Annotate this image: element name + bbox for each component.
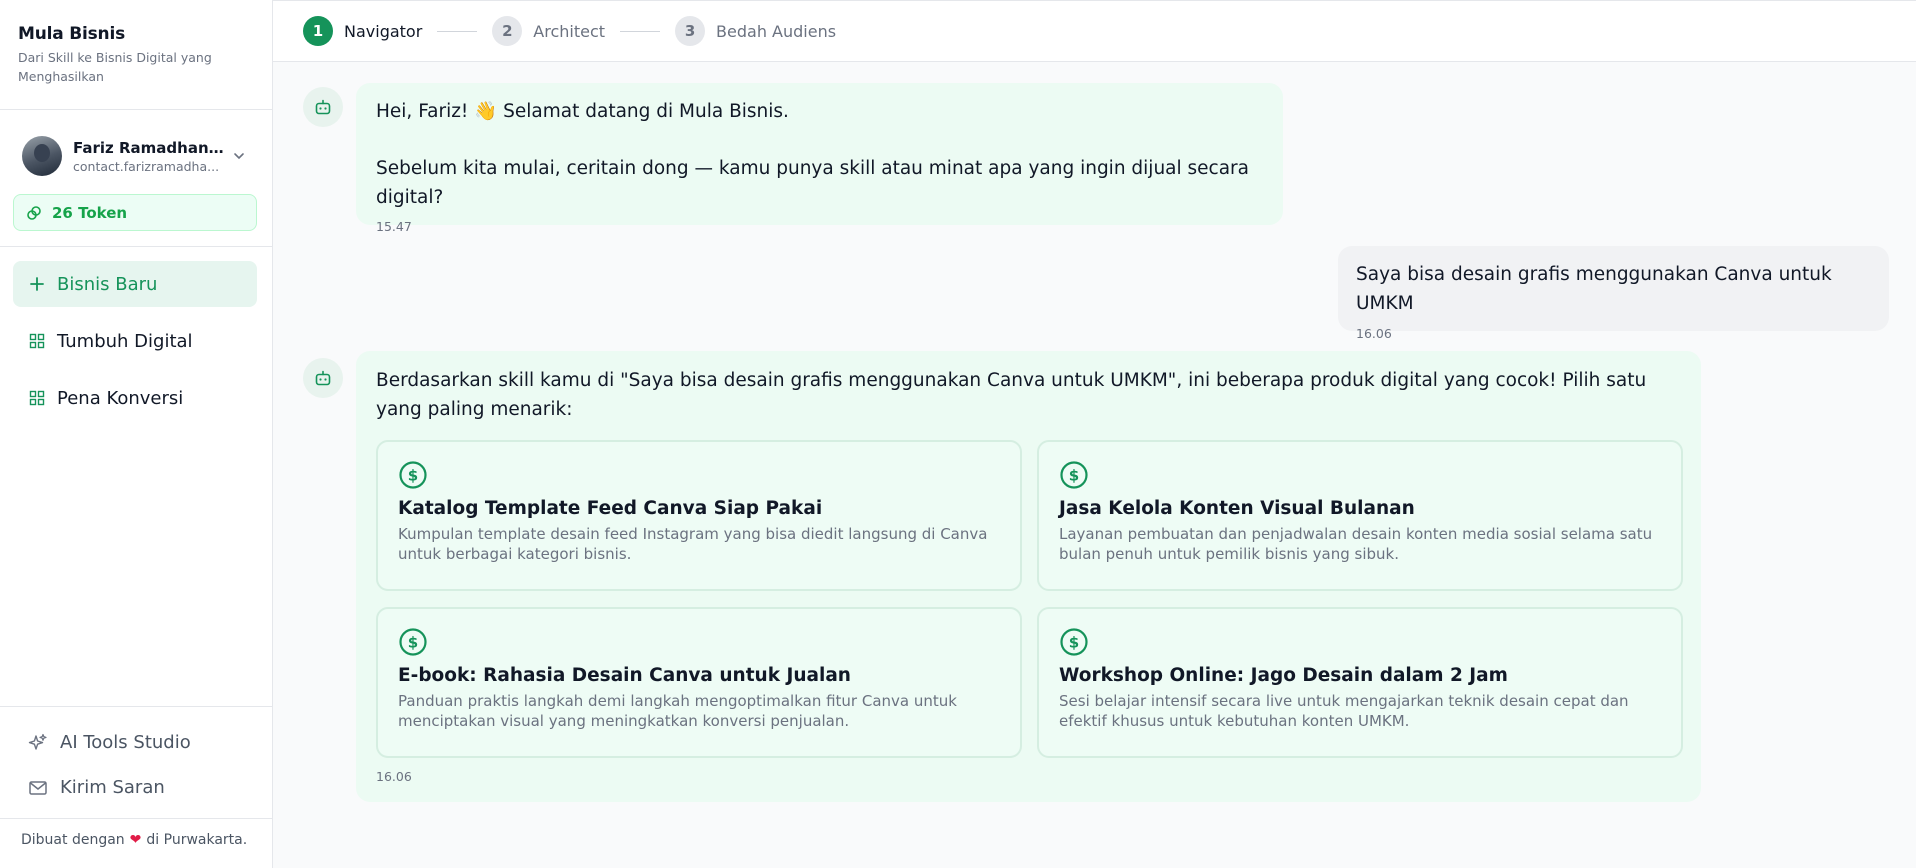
avatar: [22, 136, 62, 176]
card-description: Kumpulan template desain feed Instagram …: [398, 525, 988, 563]
user-menu[interactable]: Fariz Ramadhan (... contact.farizramadha…: [22, 134, 250, 178]
footer-credit: Dibuat dengan ❤ di Purwakarta.: [21, 832, 247, 848]
dollar-circle-icon: $: [1059, 627, 1661, 659]
sidebar-item-pena-konversi[interactable]: Pena Konversi: [13, 375, 257, 421]
svg-text:$: $: [408, 634, 418, 652]
message-time: 16.06: [376, 769, 412, 784]
card-title: Katalog Template Feed Canva Siap Pakai: [398, 498, 823, 519]
divider: [0, 246, 272, 247]
sidebar-item-tumbuh-digital[interactable]: Tumbuh Digital: [13, 318, 257, 364]
step-number: 3: [675, 16, 706, 46]
message-text: Hei, Fariz! 👋 Selamat datang di Mula Bis…: [376, 101, 789, 122]
message-text: Sebelum kita mulai, ceritain dong — kamu…: [376, 158, 1250, 208]
mail-icon: [29, 780, 47, 795]
token-badge[interactable]: 26 Token: [13, 194, 257, 231]
user-email: contact.farizramadha...: [73, 158, 220, 174]
plus-icon: [30, 277, 44, 291]
card-description: Panduan praktis langkah demi langkah men…: [398, 692, 957, 730]
new-business-button[interactable]: Bisnis Baru: [13, 261, 257, 307]
svg-text:$: $: [1069, 467, 1079, 485]
sidebar-item-label: Tumbuh Digital: [57, 330, 193, 352]
footer-location: di Purwakarta.: [146, 832, 248, 848]
token-label: 26 Token: [52, 203, 128, 222]
step-connector: [620, 30, 661, 32]
footer-made-with: Dibuat dengan: [21, 832, 125, 848]
message-time: 16.06: [1356, 326, 1392, 341]
dollar-circle-icon: $: [398, 460, 1000, 492]
ai-tools-studio-link[interactable]: AI Tools Studio: [13, 720, 257, 765]
ai-tools-label: AI Tools Studio: [60, 732, 191, 753]
svg-text:$: $: [408, 467, 418, 485]
step-label: Bedah Audiens: [716, 21, 837, 41]
sidebar-item-label: Pena Konversi: [57, 387, 184, 409]
card-description: Layanan pembuatan dan penjadwalan desain…: [1059, 525, 1653, 563]
user-name: Fariz Ramadhan (...: [73, 138, 228, 157]
sparkles-icon: [28, 733, 47, 750]
card-description: Sesi belajar intensif secara live untuk …: [1059, 692, 1629, 730]
card-title: Jasa Kelola Konten Visual Bulanan: [1059, 498, 1415, 519]
bot-message-greeting: Hei, Fariz! 👋 Selamat datang di Mula Bis…: [356, 83, 1283, 234]
bot-avatar-icon: [303, 87, 343, 127]
feedback-link[interactable]: Kirim Saran: [13, 765, 257, 810]
step-label: Navigator: [344, 21, 423, 41]
divider: [0, 818, 272, 819]
product-card[interactable]: $ E-book: Rahasia Desain Canva untuk Jua…: [376, 607, 1022, 758]
step-connector: [437, 30, 478, 32]
card-title: E-book: Rahasia Desain Canva untuk Juala…: [398, 665, 851, 686]
dollar-circle-icon: $: [1059, 460, 1661, 492]
coins-icon: [27, 205, 41, 220]
step-architect[interactable]: 2 Architect: [492, 16, 605, 46]
step-number: 2: [492, 16, 523, 46]
bot-avatar-icon: [303, 358, 343, 398]
heart-icon: ❤: [129, 832, 142, 848]
divider: [0, 706, 272, 707]
sidebar-nav: Bisnis Baru Tumbuh Digital Pena Konversi: [13, 261, 257, 432]
dollar-circle-icon: $: [398, 627, 1000, 659]
step-navigator[interactable]: 1 Navigator: [303, 16, 422, 46]
feedback-label: Kirim Saran: [60, 777, 165, 798]
product-card[interactable]: $ Jasa Kelola Konten Visual Bulanan Laya…: [1037, 440, 1683, 591]
card-title: Workshop Online: Jago Desain dalam 2 Jam: [1059, 665, 1508, 686]
new-business-label: Bisnis Baru: [57, 273, 158, 295]
message-text: Berdasarkan skill kamu di "Saya bisa des…: [376, 370, 1647, 420]
user-message: Saya bisa desain grafis menggunakan Canv…: [1338, 246, 1889, 341]
brand-subtitle: Dari Skill ke Bisnis Digital yang Mengha…: [18, 50, 212, 84]
stepper: 1 Navigator 2 Architect 3 Bedah Audiens: [273, 0, 1916, 62]
brand: Mula Bisnis Dari Skill ke Bisnis Digital…: [0, 0, 272, 110]
step-bedah-audiens[interactable]: 3 Bedah Audiens: [675, 16, 836, 46]
product-card[interactable]: $ Katalog Template Feed Canva Siap Pakai…: [376, 440, 1022, 591]
chevron-down-icon[interactable]: [228, 149, 250, 163]
sidebar: Mula Bisnis Dari Skill ke Bisnis Digital…: [0, 0, 273, 868]
product-card[interactable]: $ Workshop Online: Jago Desain dalam 2 J…: [1037, 607, 1683, 758]
brand-title: Mula Bisnis: [18, 24, 125, 44]
bottom-nav: AI Tools Studio Kirim Saran: [13, 720, 257, 810]
step-number: 1: [303, 16, 333, 46]
grid-icon: [29, 333, 45, 349]
message-time: 15.47: [376, 219, 412, 234]
step-label: Architect: [533, 21, 606, 41]
svg-text:$: $: [1069, 634, 1079, 652]
message-text: Saya bisa desain grafis menggunakan Canv…: [1356, 264, 1832, 314]
grid-icon: [29, 390, 45, 406]
